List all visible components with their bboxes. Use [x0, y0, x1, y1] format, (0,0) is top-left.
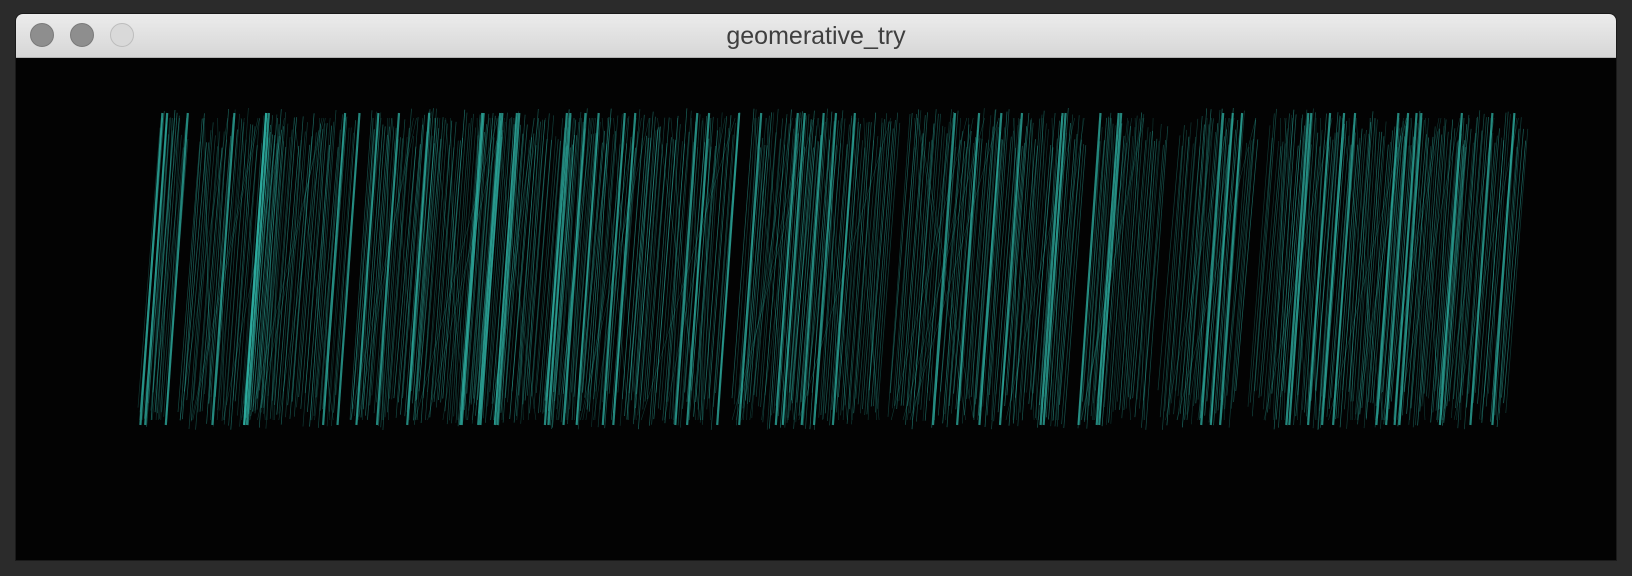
sketch-canvas[interactable]: [16, 58, 1616, 560]
title-bar[interactable]: geomerative_try: [16, 14, 1616, 58]
window-title: geomerative_try: [726, 22, 906, 50]
app-window: geomerative_try: [16, 14, 1616, 560]
sketch-drawing: [16, 58, 1616, 560]
